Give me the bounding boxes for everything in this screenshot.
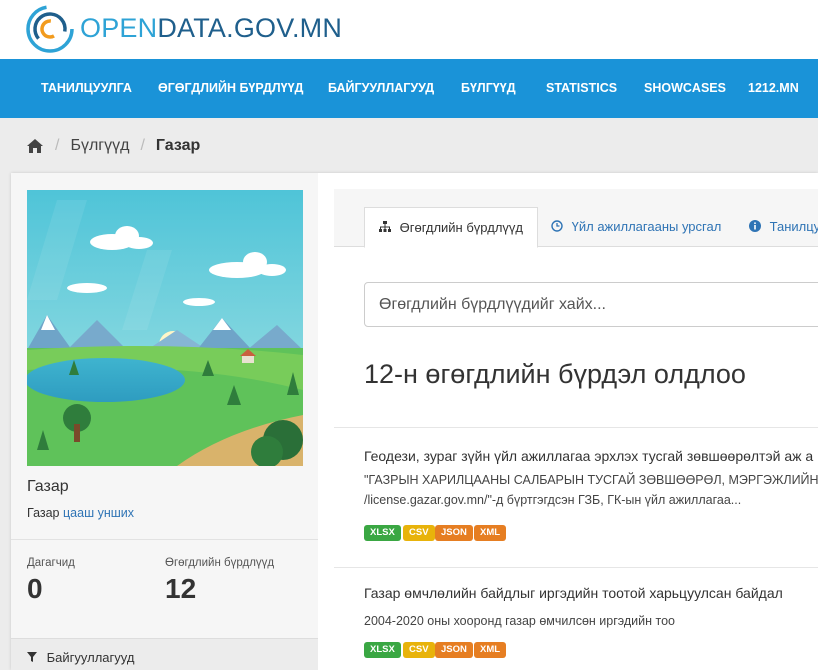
sitemap-icon (379, 221, 391, 232)
followers-count: 0 (27, 573, 43, 604)
clock-icon (551, 220, 563, 232)
main-panel: Газар Газар цааш унших Дагагчид 0 Өгөгдл… (11, 173, 818, 670)
tab-activity[interactable]: Үйл ажиллагааны урсгал (551, 207, 721, 248)
group-description: Газар цааш унших (27, 506, 134, 520)
filter-icon (27, 652, 37, 662)
divider (11, 539, 318, 540)
format-badge-xml[interactable]: XML (474, 642, 507, 658)
dataset-notes-1: "ГАЗРЫН ХАРИЛЦААНЫ САЛБАРЫН ТУСГАЙ ЗӨВШӨ… (364, 473, 818, 507)
dataset-search-input[interactable] (364, 282, 818, 327)
breadcrumb-current[interactable]: Газар (156, 137, 200, 155)
group-name: Газар (27, 478, 69, 495)
site-header: OPENDATA.GOV.MN (0, 0, 818, 59)
format-badge-csv[interactable]: CSV (403, 525, 435, 541)
breadcrumb-separator: / (55, 136, 60, 154)
tab-datasets[interactable]: Өгөгдлийн бүрдлүүд (364, 207, 538, 248)
dataset-notes-2: 2004-2020 оны хооронд газар өмчилсөн ирг… (364, 614, 675, 628)
group-sidebar: Газар Газар цааш унших Дагагчид 0 Өгөгдл… (11, 173, 318, 670)
format-badge-xml[interactable]: XML (474, 525, 507, 541)
nav-showcases[interactable]: SHOWCASES (644, 81, 726, 95)
filter-organizations[interactable]: Байгууллагууд (11, 638, 318, 670)
nav-datasets[interactable]: ӨГӨГДЛИЙН БҮРДЛҮҮД (158, 81, 303, 95)
divider (334, 567, 818, 568)
main-nav: ТАНИЛЦУУЛГА ӨГӨГДЛИЙН БҮРДЛҮҮД БАЙГУУЛЛА… (0, 59, 818, 118)
dataset-title-2[interactable]: Газар өмчлөлийн байдлыг иргэдийн тоотой … (364, 585, 783, 601)
home-icon[interactable] (26, 138, 44, 154)
datasets-count: 12 (165, 573, 197, 604)
read-more-link[interactable]: цааш унших (63, 506, 134, 520)
tab-about[interactable]: Танилцу (749, 207, 818, 248)
site-logo[interactable]: OPENDATA.GOV.MN (24, 2, 342, 54)
format-badge-xlsx[interactable]: XLSX (364, 642, 401, 658)
divider (334, 427, 818, 428)
breadcrumb: / Бүлгүүд / Газар (0, 118, 818, 173)
nav-organizations[interactable]: БАЙГУУЛЛАГУУД (328, 81, 434, 95)
nav-groups[interactable]: БҮЛГҮҮД (461, 81, 516, 95)
breadcrumb-separator: / (140, 136, 145, 154)
info-icon (749, 220, 761, 232)
breadcrumb-groups[interactable]: Бүлгүүд (70, 137, 129, 155)
format-badge-json[interactable]: JSON (435, 642, 473, 658)
followers-label: Дагагчид (27, 557, 75, 569)
datasets-label: Өгөгдлийн бүрдлүүд (165, 557, 275, 569)
group-image (27, 190, 303, 466)
nav-intro[interactable]: ТАНИЛЦУУЛГА (41, 81, 132, 95)
format-badge-csv[interactable]: CSV (403, 642, 435, 658)
dataset-title-1[interactable]: Геодези, зураг зүйн үйл ажиллагаа эрхлэх… (364, 448, 813, 464)
content-area: Өгөгдлийн бүрдлүүд Үйл ажиллагааны урсга… (334, 189, 818, 670)
nav-1212[interactable]: 1212.MN (748, 81, 799, 95)
logo-icon (26, 5, 74, 53)
logo-text: OPENDATA.GOV.MN (80, 12, 343, 43)
format-badge-json[interactable]: JSON (435, 525, 473, 541)
result-count: 12-н өгөгдлийн бүрдэл олдлоо (364, 359, 746, 389)
format-badge-xlsx[interactable]: XLSX (364, 525, 401, 541)
tab-bar: Өгөгдлийн бүрдлүүд Үйл ажиллагааны урсга… (334, 189, 818, 248)
nav-statistics[interactable]: STATISTICS (546, 81, 617, 95)
